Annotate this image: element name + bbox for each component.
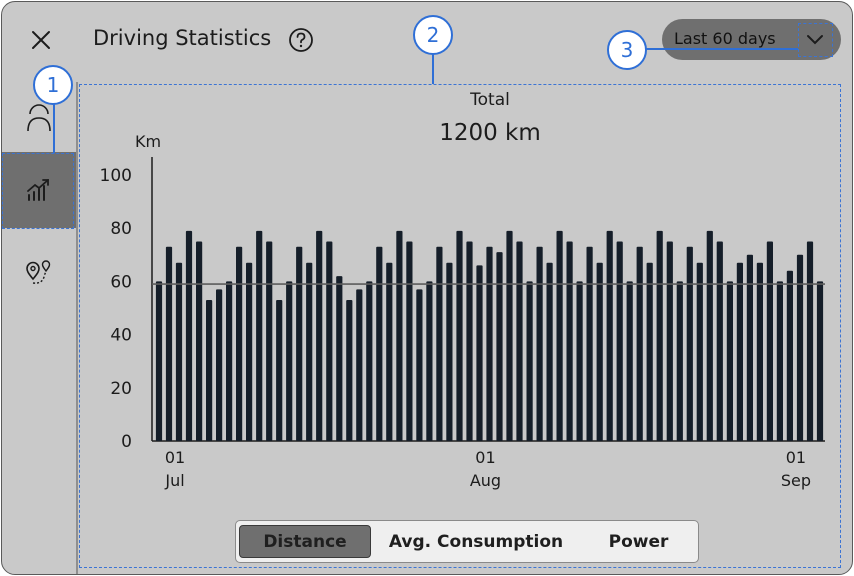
callout-3-badge: 3 <box>607 30 647 70</box>
driving-statistics-dialog: Driving Statistics Last 60 days Total 12… <box>1 1 853 575</box>
help-icon <box>289 28 313 52</box>
sidebar-divider <box>76 82 78 574</box>
callout-1-badge: 1 <box>33 65 73 105</box>
callout-2-line <box>432 52 434 84</box>
page-title: Driving Statistics <box>93 26 272 50</box>
close-icon <box>32 31 50 49</box>
help-button[interactable] <box>288 27 314 53</box>
sidebar-item-routes[interactable] <box>2 252 76 292</box>
callout-3-outline <box>798 23 833 57</box>
callout-1-outline <box>2 153 74 229</box>
callout-1-line <box>53 102 55 153</box>
callout-3-line <box>645 48 798 50</box>
close-button[interactable] <box>28 27 54 53</box>
callout-2-outline <box>79 84 841 568</box>
callout-2-badge: 2 <box>413 15 453 55</box>
route-pins-icon <box>26 260 51 284</box>
date-range-label: Last 60 days <box>674 29 776 48</box>
